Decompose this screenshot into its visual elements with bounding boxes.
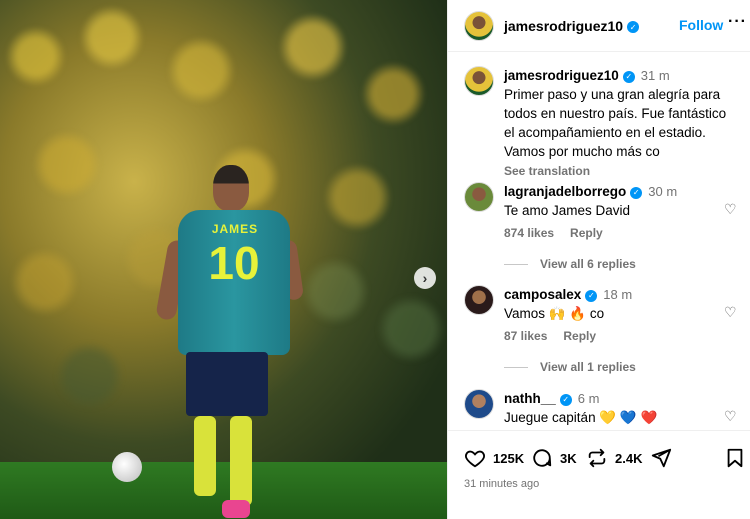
view-replies-link[interactable]: View all 6 replies bbox=[504, 257, 636, 271]
caption-text: jamesrodriguez10 ✓ 31 m Primer paso y una … bbox=[504, 66, 729, 181]
like-comment-heart-icon[interactable]: ♡ bbox=[724, 305, 738, 319]
post-side-panel: jamesrodriguez10 ✓ Follow ··· jamesrodrig… bbox=[447, 0, 750, 519]
commenter-avatar[interactable] bbox=[464, 389, 494, 419]
post-timestamp: 31 minutes ago bbox=[464, 478, 540, 490]
verified-badge-icon: ✓ bbox=[585, 289, 598, 302]
author-avatar[interactable] bbox=[464, 66, 494, 96]
comment-username[interactable]: camposalex bbox=[504, 287, 581, 302]
jersey-number: 10 bbox=[208, 237, 260, 289]
comment-count: 3K bbox=[560, 450, 577, 466]
send-icon bbox=[651, 448, 672, 468]
like-button[interactable]: 125K bbox=[464, 447, 524, 469]
comment-meta: 87 likes Reply bbox=[504, 329, 612, 343]
save-button[interactable] bbox=[724, 447, 750, 469]
author-avatar[interactable] bbox=[464, 10, 494, 41]
comment-time: 30 m bbox=[648, 184, 678, 199]
author-username[interactable]: jamesrodriguez10 ✓ bbox=[504, 18, 640, 34]
view-replies-link[interactable]: View all 1 replies bbox=[504, 360, 636, 374]
player-boot bbox=[222, 500, 250, 518]
share-button[interactable] bbox=[650, 447, 679, 469]
player-head bbox=[213, 165, 249, 211]
verified-badge-icon: ✓ bbox=[627, 21, 640, 33]
player-leg-left bbox=[194, 416, 216, 496]
verified-badge-icon: ✓ bbox=[622, 70, 635, 83]
caption-body: Primer paso y una gran alegría para todo… bbox=[504, 87, 727, 159]
post-header: jamesrodriguez10 ✓ Follow ··· bbox=[448, 0, 750, 52]
reply-button[interactable]: Reply bbox=[563, 329, 596, 343]
player-figure: JAMES 10 bbox=[155, 160, 305, 519]
player-shorts bbox=[186, 352, 268, 416]
verified-badge-icon: ✓ bbox=[630, 186, 643, 199]
comment-username[interactable]: nathh__ bbox=[504, 391, 556, 406]
see-translation-link[interactable]: See translation bbox=[504, 164, 590, 178]
football bbox=[112, 452, 142, 482]
comment-body: Juegue capitán 💛 💙 ❤️ bbox=[504, 410, 658, 425]
heart-icon bbox=[465, 450, 485, 468]
post-actions: 125K 3K 2.4K 31 minutes ago bbox=[448, 430, 750, 519]
player-jersey: JAMES 10 bbox=[178, 210, 290, 355]
comment-text: camposalex ✓ 18 m Vamos 🙌 🔥 co bbox=[504, 285, 729, 323]
commenter-avatar[interactable] bbox=[464, 285, 494, 315]
comment-body: Te amo James David bbox=[504, 203, 631, 218]
repost-icon bbox=[588, 448, 606, 468]
comment-body: Vamos 🙌 🔥 co bbox=[504, 306, 605, 321]
comment-meta: 874 likes Reply bbox=[504, 226, 619, 240]
comment-likes[interactable]: 874 likes bbox=[504, 226, 554, 240]
caption-username[interactable]: jamesrodriguez10 bbox=[504, 68, 619, 83]
player-leg-right bbox=[230, 416, 252, 506]
post-image[interactable]: JAMES 10 › bbox=[0, 0, 447, 519]
verified-badge-icon: ✓ bbox=[559, 393, 572, 406]
comments-section[interactable]: jamesrodriguez10 ✓ 31 m Primer paso y una … bbox=[448, 52, 750, 430]
caption-time: 31 m bbox=[640, 68, 670, 83]
reply-button[interactable]: Reply bbox=[570, 226, 603, 240]
comment-time: 6 m bbox=[577, 391, 600, 406]
repost-count: 2.4K bbox=[615, 450, 643, 466]
comment-text: lagranjadelborrego ✓ 30 m Te amo James Dav… bbox=[504, 182, 729, 220]
like-comment-heart-icon[interactable]: ♡ bbox=[724, 409, 738, 423]
more-options-icon[interactable]: ··· bbox=[728, 13, 747, 31]
comment-username[interactable]: lagranjadelborrego bbox=[504, 184, 626, 199]
next-image-button[interactable]: › bbox=[414, 267, 436, 289]
comment-text: nathh__ ✓ 6 m Juegue capitán 💛 💙 ❤️ bbox=[504, 389, 729, 427]
follow-button[interactable]: Follow bbox=[679, 17, 723, 33]
bookmark-icon bbox=[727, 448, 743, 468]
comment-button[interactable]: 3K bbox=[531, 447, 577, 469]
comment-likes[interactable]: 87 likes bbox=[504, 329, 547, 343]
like-count: 125K bbox=[493, 450, 525, 466]
jersey-name: JAMES bbox=[211, 222, 259, 236]
commenter-avatar[interactable] bbox=[464, 182, 494, 212]
like-comment-heart-icon[interactable]: ♡ bbox=[724, 202, 738, 216]
repost-button[interactable]: 2.4K bbox=[586, 447, 642, 469]
comment-time: 18 m bbox=[603, 287, 633, 302]
comment-icon bbox=[533, 449, 552, 467]
